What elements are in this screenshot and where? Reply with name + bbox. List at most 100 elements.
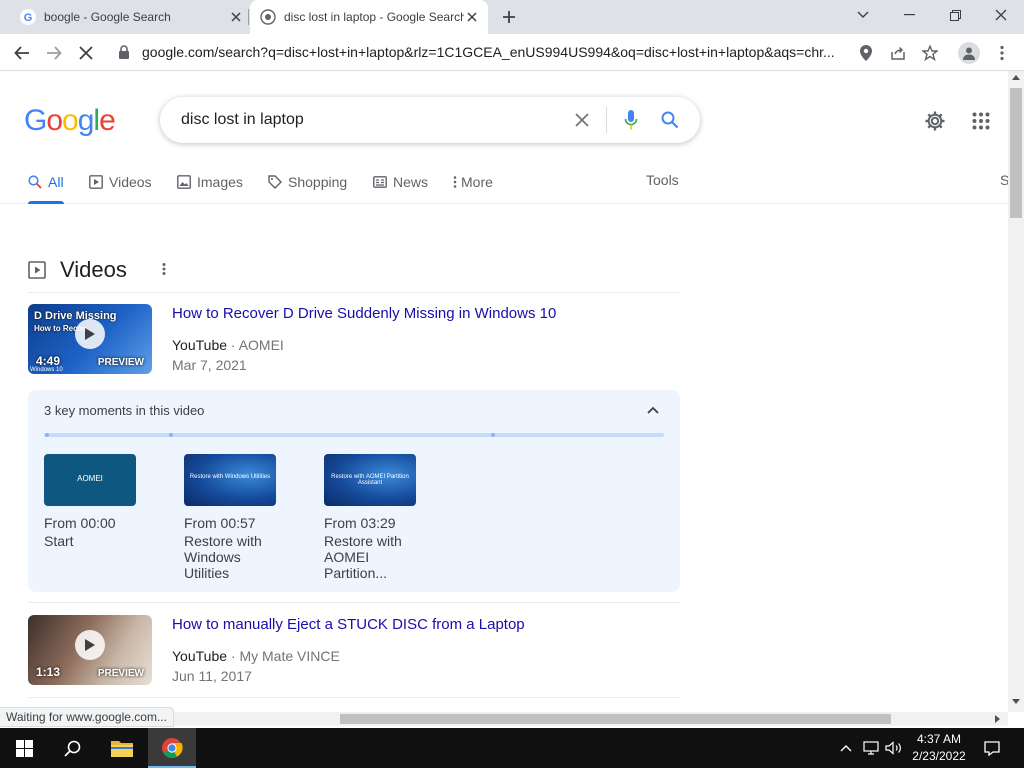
start-button[interactable] (0, 728, 48, 768)
address-bar[interactable]: google.com/search?q=disc+lost+in+laptop&… (108, 38, 886, 66)
moment-thumbnail-text: Restore with AOMEI Partition Assistant (331, 474, 409, 486)
scroll-up-arrow-icon[interactable] (1012, 75, 1020, 80)
google-favicon-icon: G (20, 9, 36, 25)
new-tab-button[interactable] (498, 7, 520, 27)
moment-thumbnail[interactable]: Restore with AOMEI Partition Assistant (324, 454, 416, 506)
thumbnail-title: D Drive Missing (34, 310, 117, 322)
scroll-down-arrow-icon[interactable] (1012, 699, 1020, 704)
clock-time: 4:37 AM (916, 732, 962, 746)
forward-button[interactable] (41, 40, 67, 66)
section-options-icon[interactable] (158, 260, 170, 278)
dots-vertical-icon (453, 175, 457, 189)
stop-loading-button[interactable] (73, 40, 99, 66)
moment-time[interactable]: From 03:29 (324, 515, 396, 531)
browser-tab-disc-lost[interactable]: disc lost in laptop - Google Search (250, 0, 488, 34)
google-apps-icon[interactable] (969, 109, 993, 133)
settings-gear-icon[interactable] (923, 109, 947, 133)
logo-letter: g (77, 104, 95, 137)
back-button[interactable] (9, 40, 35, 66)
scrollbar-thumb[interactable] (340, 714, 891, 724)
key-moments-panel: 3 key moments in this video AOMEI From 0… (28, 390, 680, 592)
search-icon[interactable] (48, 728, 96, 768)
key-moments-header[interactable]: 3 key moments in this video (44, 403, 204, 418)
volume-icon[interactable] (884, 728, 904, 768)
browser-tab-boogle[interactable]: G boogle - Google Search (12, 0, 248, 34)
vertical-scrollbar[interactable] (1008, 71, 1024, 712)
video-title-link[interactable]: How to manually Eject a STUCK DISC from … (172, 616, 525, 633)
tab-all[interactable]: All (28, 172, 64, 192)
video-thumbnail[interactable]: 1:13 PREVIEW (28, 615, 152, 685)
scroll-right-arrow-icon[interactable] (995, 715, 1000, 723)
channel-name: My Mate VINCE (239, 648, 340, 664)
play-icon (89, 175, 103, 189)
moment-thumbnail[interactable]: Restore with Windows Utilities (184, 454, 276, 506)
close-window-button[interactable] (978, 0, 1024, 30)
location-pin-icon[interactable] (856, 43, 876, 63)
section-title: Videos (60, 257, 127, 282)
bookmark-star-icon[interactable] (920, 43, 940, 63)
close-tab-icon[interactable] (464, 9, 480, 25)
video-title-link[interactable]: How to Recover D Drive Suddenly Missing … (172, 305, 556, 322)
show-hidden-icons-chevron-icon[interactable] (838, 728, 854, 768)
tab-videos[interactable]: Videos (89, 172, 152, 192)
restore-button[interactable] (932, 0, 978, 30)
microphone-icon[interactable] (620, 108, 642, 132)
video-date: Jun 11, 2017 (172, 668, 252, 684)
play-button-icon[interactable] (75, 630, 105, 660)
separator: · (227, 337, 239, 353)
play-button-icon[interactable] (75, 319, 105, 349)
clear-search-icon[interactable] (571, 109, 593, 131)
active-tab-indicator (28, 201, 64, 204)
scrollbar-thumb[interactable] (1010, 88, 1022, 218)
tools-button[interactable]: Tools (646, 172, 679, 188)
close-tab-icon[interactable] (228, 9, 244, 25)
search-icon[interactable] (659, 109, 681, 131)
notifications-icon[interactable] (978, 728, 1006, 768)
tab-more[interactable]: More (453, 172, 493, 192)
timeline-marker (45, 433, 49, 437)
search-divider (606, 107, 607, 133)
browser-tab-strip: G boogle - Google Search disc lost in la… (0, 0, 1024, 34)
collapse-chevron-icon[interactable] (645, 402, 661, 418)
moment-time[interactable]: From 00:57 (184, 515, 256, 531)
preview-label: PREVIEW (97, 668, 144, 679)
key-moments-timeline[interactable] (44, 433, 664, 437)
logo-letter: o (46, 104, 63, 137)
tab-images[interactable]: Images (177, 172, 243, 192)
divider (28, 697, 680, 698)
thumbnail-corner-text: Windows 10 (30, 367, 63, 373)
search-box[interactable]: disc lost in laptop (160, 97, 700, 143)
google-logo[interactable]: Google (24, 104, 116, 138)
search-tabs: All Videos Images Shopping News More Too… (0, 160, 1009, 204)
logo-letter: G (24, 104, 47, 137)
moment-thumbnail[interactable]: AOMEI (44, 454, 136, 506)
taskbar-clock[interactable]: 4:37 AM 2/23/2022 (906, 731, 972, 765)
chrome-taskbar-icon[interactable] (148, 728, 196, 768)
channel-name: AOMEI (238, 337, 284, 353)
moment-thumbnail-text: AOMEI (77, 474, 103, 483)
file-explorer-icon[interactable] (98, 728, 146, 768)
video-source: YouTube · My Mate VINCE (172, 648, 340, 664)
tab-news[interactable]: News (373, 172, 428, 192)
moment-label[interactable]: Restore with Windows Utilities (184, 533, 284, 581)
moment-label[interactable]: Start (44, 533, 144, 549)
source-name: YouTube (172, 337, 228, 353)
tab-title: boogle - Google Search (44, 10, 171, 24)
tab-shopping[interactable]: Shopping (268, 172, 347, 192)
profile-avatar-icon[interactable] (958, 42, 980, 64)
moment-label[interactable]: Restore with AOMEI Partition... (324, 533, 410, 581)
minimize-button[interactable] (886, 0, 932, 30)
tab-search-icon[interactable] (840, 0, 886, 30)
lock-icon[interactable] (118, 45, 132, 59)
timeline-marker (491, 433, 495, 437)
video-duration: 1:13 (36, 665, 61, 679)
chrome-menu-icon[interactable] (992, 43, 1012, 63)
moment-time[interactable]: From 00:00 (44, 515, 116, 531)
source-name: YouTube (172, 648, 228, 664)
video-thumbnail[interactable]: D Drive Missing How to Recov 4:49 PREVIEW… (28, 304, 152, 374)
tab-label: Shopping (288, 174, 348, 190)
url-text[interactable]: google.com/search?q=disc+lost+in+laptop&… (142, 44, 842, 60)
share-icon[interactable] (888, 43, 908, 63)
search-input[interactable]: disc lost in laptop (181, 111, 304, 129)
network-icon[interactable] (862, 728, 882, 768)
